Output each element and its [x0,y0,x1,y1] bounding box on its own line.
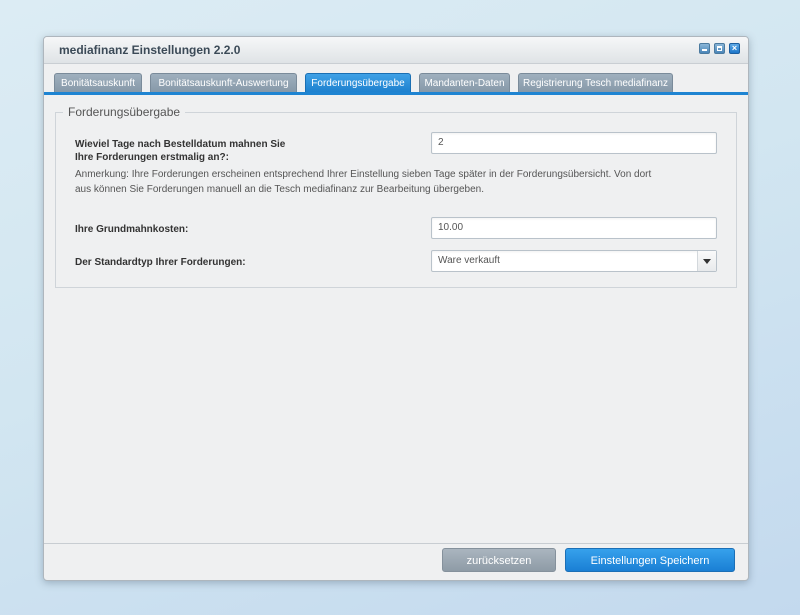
note-text: Anmerkung: Ihre Forderungen erscheinen e… [75,167,715,197]
title-bar[interactable]: mediafinanz Einstellungen 2.2.0 × [44,37,748,64]
type-select[interactable]: Ware verkauft [431,250,717,272]
minimize-icon[interactable] [699,43,710,54]
cost-input[interactable]: 10.00 [431,217,717,239]
save-settings-button[interactable]: Einstellungen Speichern [565,548,735,572]
tab-mandanten-daten[interactable]: Mandanten-Daten [419,73,510,93]
days-label: Wieviel Tage nach Bestelldatum mahnen Si… [75,138,285,164]
footer-divider [44,543,748,544]
tab-bonitaetsauskunft-auswertung[interactable]: Bonitätsauskunft-Auswertung [150,73,297,93]
days-label-line2: Ihre Forderungen erstmalig an?: [75,152,229,163]
tab-forderungsuebergabe[interactable]: Forderungsübergabe [305,73,411,93]
cost-label: Ihre Grundmahnkosten: [75,224,189,235]
tab-bar: Bonitätsauskunft Bonitätsauskunft-Auswer… [44,73,748,93]
note-line2: aus können Sie Forderungen manuell an di… [75,184,484,195]
type-select-value: Ware verkauft [438,255,500,266]
settings-window: mediafinanz Einstellungen 2.2.0 × Bonitä… [43,36,749,581]
days-input[interactable]: 2 [431,132,717,154]
tab-registrierung[interactable]: Registrierung Tesch mediafinanz [518,73,673,93]
days-label-line1: Wieviel Tage nach Bestelldatum mahnen Si… [75,139,286,150]
tab-bonitaetsauskunft[interactable]: Bonitätsauskunft [54,73,142,93]
maximize-icon[interactable] [714,43,725,54]
note-line1: Anmerkung: Ihre Forderungen erscheinen e… [75,169,652,180]
fieldset-legend: Forderungsübergabe [63,105,186,119]
window-title: mediafinanz Einstellungen 2.2.0 [59,43,241,57]
reset-button[interactable]: zurücksetzen [442,548,556,572]
type-label: Der Standardtyp Ihrer Forderungen: [75,257,246,268]
close-icon[interactable]: × [729,43,740,54]
tab-underline [44,92,748,95]
chevron-down-icon[interactable] [697,251,716,271]
